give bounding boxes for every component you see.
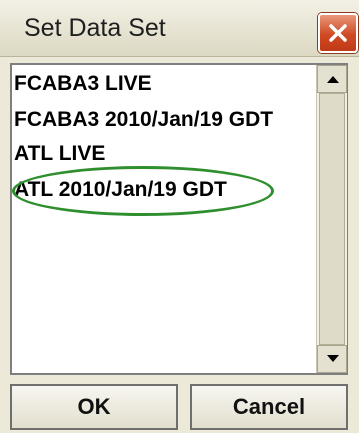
close-button[interactable] <box>318 13 358 53</box>
scroll-thumb[interactable] <box>319 93 345 345</box>
ok-button[interactable]: OK <box>10 384 178 430</box>
close-icon <box>329 24 347 42</box>
arrow-up-icon <box>327 76 339 83</box>
data-set-list: FCABA3 LIVE FCABA3 2010/Jan/19 GDT ATL L… <box>12 65 316 373</box>
list-item[interactable]: ATL LIVE <box>12 137 314 171</box>
set-data-set-dialog: Set Data Set FCABA3 LIVE FCABA3 2010/Jan… <box>0 0 359 433</box>
data-set-listbox[interactable]: FCABA3 LIVE FCABA3 2010/Jan/19 GDT ATL L… <box>10 63 348 375</box>
dialog-title: Set Data Set <box>24 14 166 42</box>
scroll-up-button[interactable] <box>317 65 347 93</box>
scroll-down-button[interactable] <box>317 345 347 373</box>
arrow-down-icon <box>327 355 339 362</box>
list-item[interactable]: FCABA3 LIVE <box>12 67 314 101</box>
list-item[interactable]: FCABA3 2010/Jan/19 GDT <box>12 103 314 137</box>
scroll-track[interactable] <box>317 93 347 345</box>
list-item[interactable]: ATL 2010/Jan/19 GDT <box>12 173 314 207</box>
cancel-button[interactable]: Cancel <box>190 384 348 430</box>
dialog-buttons: OK Cancel <box>0 384 359 433</box>
title-bar: Set Data Set <box>0 0 359 57</box>
vertical-scrollbar[interactable] <box>316 65 347 373</box>
